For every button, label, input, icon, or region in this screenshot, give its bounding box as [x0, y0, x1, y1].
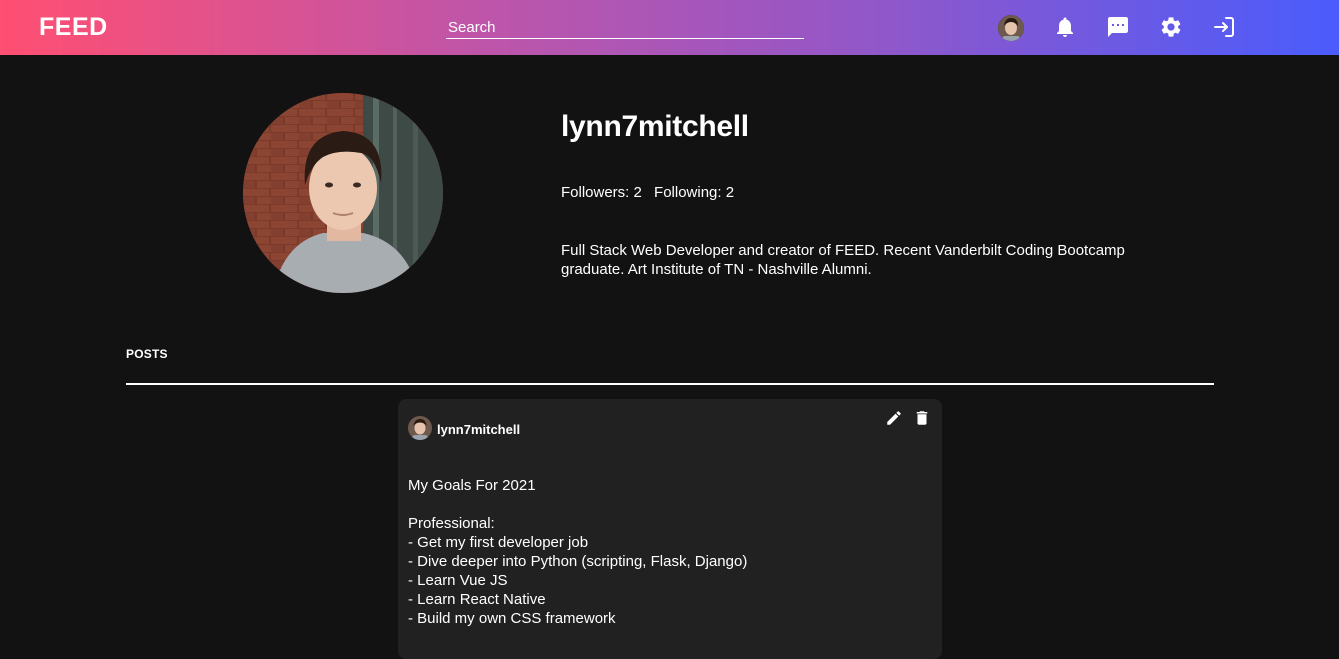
search-input[interactable]	[446, 17, 804, 39]
post-line: - Get my first developer job	[408, 534, 589, 551]
following-count[interactable]: Following: 2	[654, 184, 734, 201]
post-card: lynn7mitchell My Goals For 2021 Professi…	[398, 399, 942, 659]
posts-heading: POSTS	[126, 347, 168, 361]
user-avatar[interactable]	[998, 15, 1024, 41]
bell-icon[interactable]	[1053, 15, 1077, 39]
profile-stats: Followers: 2 Following: 2	[561, 184, 742, 201]
followers-count[interactable]: Followers: 2	[561, 184, 642, 201]
profile-bio: Full Stack Web Developer and creator of …	[561, 242, 1125, 278]
post-line: - Dive deeper into Python (scripting, Fl…	[408, 553, 748, 570]
profile-username: lynn7mitchell	[561, 110, 749, 143]
trash-icon[interactable]	[913, 409, 931, 427]
post-line: - Learn Vue JS	[408, 572, 508, 589]
logout-icon[interactable]	[1212, 15, 1236, 39]
post-line: - Build my own CSS framework	[408, 610, 616, 627]
app-logo[interactable]: FEED	[39, 13, 108, 42]
post-line: - Learn React Native	[408, 591, 546, 608]
post-author-avatar[interactable]	[408, 416, 432, 440]
gear-icon[interactable]	[1159, 15, 1183, 39]
post-body: My Goals For 2021 Professional: - Get my…	[408, 476, 928, 628]
post-author-name[interactable]: lynn7mitchell	[437, 422, 520, 437]
profile-photo	[243, 93, 443, 293]
post-line: Professional:	[408, 515, 495, 532]
post-line: My Goals For 2021	[408, 477, 536, 494]
chat-icon[interactable]	[1106, 15, 1130, 39]
edit-icon[interactable]	[885, 409, 903, 427]
section-divider	[126, 383, 1214, 385]
top-navbar: FEED	[0, 0, 1339, 55]
post-line	[408, 495, 928, 514]
